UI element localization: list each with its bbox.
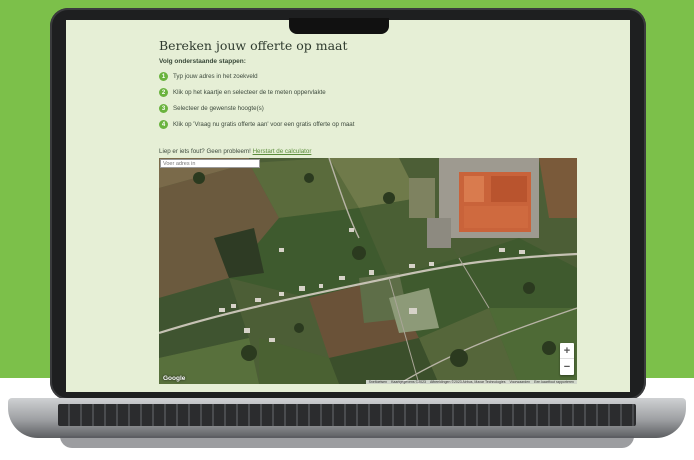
step-number-badge: 1 — [159, 72, 168, 81]
step-text: Typ jouw adres in het zoekveld — [173, 73, 258, 80]
google-logo: Google — [163, 375, 186, 382]
laptop-screen: Bereken jouw offerte op maat Volg onders… — [66, 20, 630, 392]
step-text: Klik op het kaartje en selecteer de te m… — [173, 89, 326, 96]
satellite-map[interactable]: + − Google Sneltoetsen Kaartgegevens ©20… — [159, 158, 577, 384]
steps-list: 1 Typ jouw adres in het zoekveld 2 Klik … — [159, 72, 354, 136]
address-search-input[interactable] — [160, 159, 260, 168]
steps-heading: Volg onderstaande stappen: — [159, 58, 246, 65]
satellite-imagery — [159, 158, 577, 384]
camera-notch — [289, 18, 389, 34]
step-number-badge: 3 — [159, 104, 168, 113]
attribution-shortcuts-link[interactable]: Sneltoetsen — [367, 380, 390, 384]
attribution-terms-link[interactable]: Voorwaarden — [507, 380, 532, 384]
step-3: 3 Selecteer de gewenste hoogte(s) — [159, 104, 354, 113]
restart-calculator-link[interactable]: Herstart de calculator — [253, 148, 312, 155]
map-attribution: Sneltoetsen Kaartgegevens ©2023 Afbeeldi… — [365, 380, 577, 384]
restart-line: Liep er iets fout? Geen probleem! Hersta… — [159, 148, 311, 155]
step-text: Selecteer de gewenste hoogte(s) — [173, 105, 264, 112]
attribution-map-data: Kaartgegevens ©2023 — [391, 380, 426, 384]
step-number-badge: 2 — [159, 88, 168, 97]
step-number-badge: 4 — [159, 120, 168, 129]
zoom-in-button[interactable]: + — [560, 343, 574, 359]
map-zoom-control: + − — [560, 343, 574, 375]
attribution-report-link[interactable]: Een kaartfout rapporteren — [532, 380, 576, 384]
page-title: Bereken jouw offerte op maat — [159, 38, 348, 53]
step-1: 1 Typ jouw adres in het zoekveld — [159, 72, 354, 81]
step-4: 4 Klik op 'Vraag nu gratis offerte aan' … — [159, 120, 354, 129]
restart-prompt: Liep er iets fout? Geen probleem! — [159, 148, 251, 155]
laptop-keyboard — [58, 404, 636, 426]
step-text: Klik op 'Vraag nu gratis offerte aan' vo… — [173, 121, 355, 128]
attribution-imagery: Afbeeldingen ©2023 Airbus, Maxar Technol… — [429, 380, 506, 384]
laptop-shadow — [60, 436, 634, 448]
step-2: 2 Klik op het kaartje en selecteer de te… — [159, 88, 354, 97]
zoom-out-button[interactable]: − — [560, 359, 574, 375]
